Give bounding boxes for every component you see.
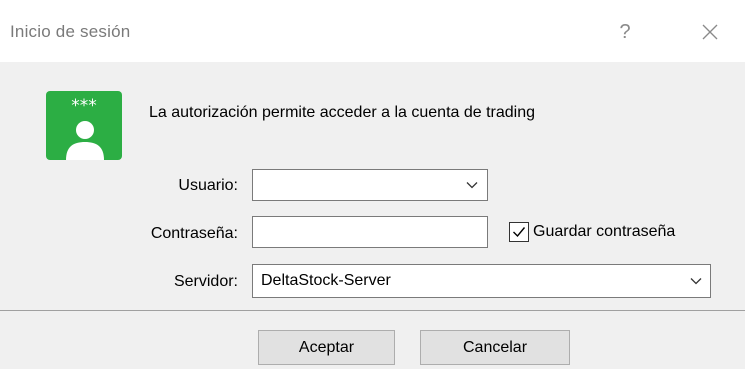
close-button[interactable] <box>690 14 730 50</box>
chevron-down-icon[interactable] <box>685 265 707 297</box>
login-dialog: Inicio de sesión ? *** La autorización p… <box>0 0 745 369</box>
password-field[interactable] <box>252 216 488 248</box>
user-label: Usuario: <box>178 177 238 194</box>
title-bar: Inicio de sesión ? <box>0 0 745 62</box>
server-combobox[interactable]: DeltaStock-Server <box>252 264 711 298</box>
window-title: Inicio de sesión <box>10 22 131 41</box>
intro-message: La autorización permite acceder a la cue… <box>149 104 536 121</box>
user-combobox[interactable] <box>252 169 488 201</box>
footer-separator <box>0 310 745 311</box>
password-label: Contraseña: <box>150 225 238 242</box>
cancel-button[interactable]: Cancelar <box>420 330 570 365</box>
user-password-icon: *** <box>46 91 122 160</box>
save-password-checkbox[interactable] <box>509 222 529 242</box>
icon-stars: *** <box>71 96 97 116</box>
accept-button[interactable]: Aceptar <box>258 330 395 365</box>
server-label: Servidor: <box>173 273 238 290</box>
chevron-down-icon[interactable] <box>461 170 483 200</box>
save-password-label: Guardar contraseña <box>533 223 676 240</box>
save-password-option[interactable]: Guardar contraseña <box>509 221 675 243</box>
password-input[interactable] <box>253 217 487 247</box>
server-value: DeltaStock-Server <box>261 272 391 289</box>
close-icon <box>702 24 718 40</box>
help-button[interactable]: ? <box>606 14 644 50</box>
checkmark-icon <box>513 227 526 238</box>
